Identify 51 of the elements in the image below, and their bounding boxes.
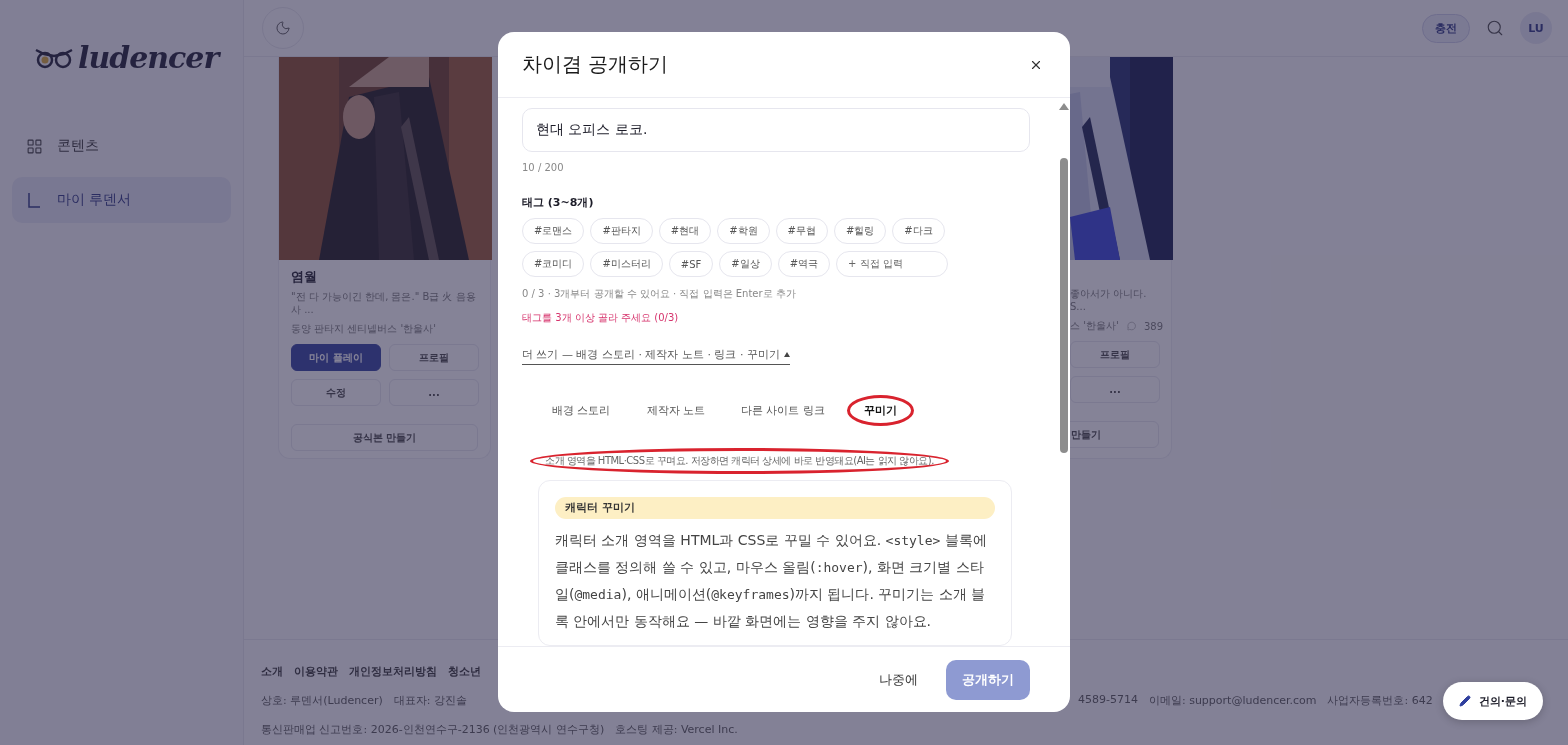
footer-link[interactable]: 이용약관 bbox=[294, 664, 338, 679]
footer-info: 통신판매업 신고번호: 2026-인천연수구-2136 (인천광역시 연수구청) bbox=[261, 722, 605, 737]
corner-icon bbox=[26, 191, 43, 209]
character-count: 10 / 200 bbox=[522, 162, 565, 173]
tags-hint: 0 / 3 · 3개부터 공개할 수 있어요 · 직접 입력은 Enter로 추가 bbox=[522, 287, 797, 301]
tab[interactable]: 다른 사이트 링크 bbox=[727, 398, 839, 423]
tab-description: 소개 영역을 HTML·CSS로 꾸며요. 저장하면 캐릭터 상세에 바로 반영돼요(AI는 읽지 않아요). bbox=[530, 448, 949, 474]
more-toggle-link[interactable]: 더 쓰기 — 배경 스토리 · 제작자 노트 · 링크 · 꾸미기 bbox=[522, 347, 790, 365]
pencil-icon bbox=[1458, 695, 1471, 707]
scroll-up-icon[interactable] bbox=[1059, 102, 1069, 110]
card-title: 염월 bbox=[291, 268, 318, 286]
search-icon[interactable] bbox=[1486, 19, 1504, 37]
grid-icon bbox=[26, 137, 43, 155]
footer-link[interactable]: 소개 bbox=[261, 664, 283, 679]
tag-chip[interactable]: #현대 bbox=[658, 218, 712, 244]
tag-chip[interactable]: #판타지 bbox=[590, 218, 653, 244]
tab[interactable]: 꾸미기 bbox=[847, 395, 914, 426]
info-paragraph: 캐릭터 소개 영역을 HTML과 CSS로 꾸밀 수 있어요. <style> 블록에 클래스를 정의해 쓸 수 있고, 마우스 올림(:hover), 화면 크기별 스타일(@media), 애니메이션(@keyframes)까지 됩니다. 꾸미기는 소개 블록 안에서만 동작해요 — 바깥 화면에는 영향을 주지 않아요. bbox=[555, 531, 988, 631]
moon-icon bbox=[275, 20, 291, 36]
summary-field[interactable]: 현대 오피스 로코. bbox=[522, 108, 1030, 152]
feedback-button[interactable]: 건의·문의 bbox=[1442, 682, 1543, 720]
tag-chip[interactable]: #일상 bbox=[719, 251, 772, 277]
footer-info: 호스팅 제공: Vercel Inc. bbox=[615, 722, 738, 737]
tag-chip[interactable]: #코미디 bbox=[522, 251, 585, 277]
tags-label: 태그 (3~8개) bbox=[522, 195, 595, 210]
tag-chip[interactable]: #역극 bbox=[777, 251, 831, 277]
scrollbar-thumb[interactable] bbox=[1060, 158, 1068, 453]
footer-info: 상호: 루덴서(Ludencer) bbox=[261, 693, 383, 708]
comment-icon bbox=[1126, 321, 1136, 331]
tag-chip[interactable]: #미스터리 bbox=[590, 251, 663, 277]
footer-info: 이메일: support@ludencer.com bbox=[1148, 693, 1317, 708]
footer-link[interactable]: 개인정보처리방침 bbox=[349, 664, 437, 679]
footer-info: 사업자등록번호: 642 bbox=[1327, 693, 1433, 708]
sidebar-item[interactable]: 콘텐츠 bbox=[12, 123, 231, 169]
tags-error: 태그를 3개 이상 골라 주세요 (0/3) bbox=[522, 311, 680, 325]
tag-chip[interactable]: #SF bbox=[668, 251, 714, 277]
logo-text: ludencer bbox=[78, 40, 219, 75]
footer-info: 4589-5714 bbox=[1078, 693, 1138, 708]
later-button[interactable]: 나중에 bbox=[865, 662, 932, 697]
tag-chip[interactable]: #무협 bbox=[775, 218, 828, 244]
tag-chip[interactable]: #학원 bbox=[717, 218, 770, 244]
tag-chip[interactable]: #로맨스 bbox=[522, 218, 585, 244]
comment-count: 389 bbox=[1143, 320, 1163, 332]
tag-chip[interactable]: #다크 bbox=[892, 218, 945, 244]
tag-chip[interactable]: #힐링 bbox=[833, 218, 887, 244]
info-badge: 캐릭터 꾸미기 bbox=[555, 497, 995, 519]
dialog-title: 차이겸 공개하기 bbox=[522, 51, 669, 78]
tab[interactable]: 제작자 노트 bbox=[632, 398, 719, 423]
footer-info: 대표자: 강진솔 bbox=[393, 693, 467, 708]
footer-link[interactable]: 청소년 bbox=[448, 664, 481, 679]
tab[interactable]: 배경 스토리 bbox=[538, 398, 625, 423]
